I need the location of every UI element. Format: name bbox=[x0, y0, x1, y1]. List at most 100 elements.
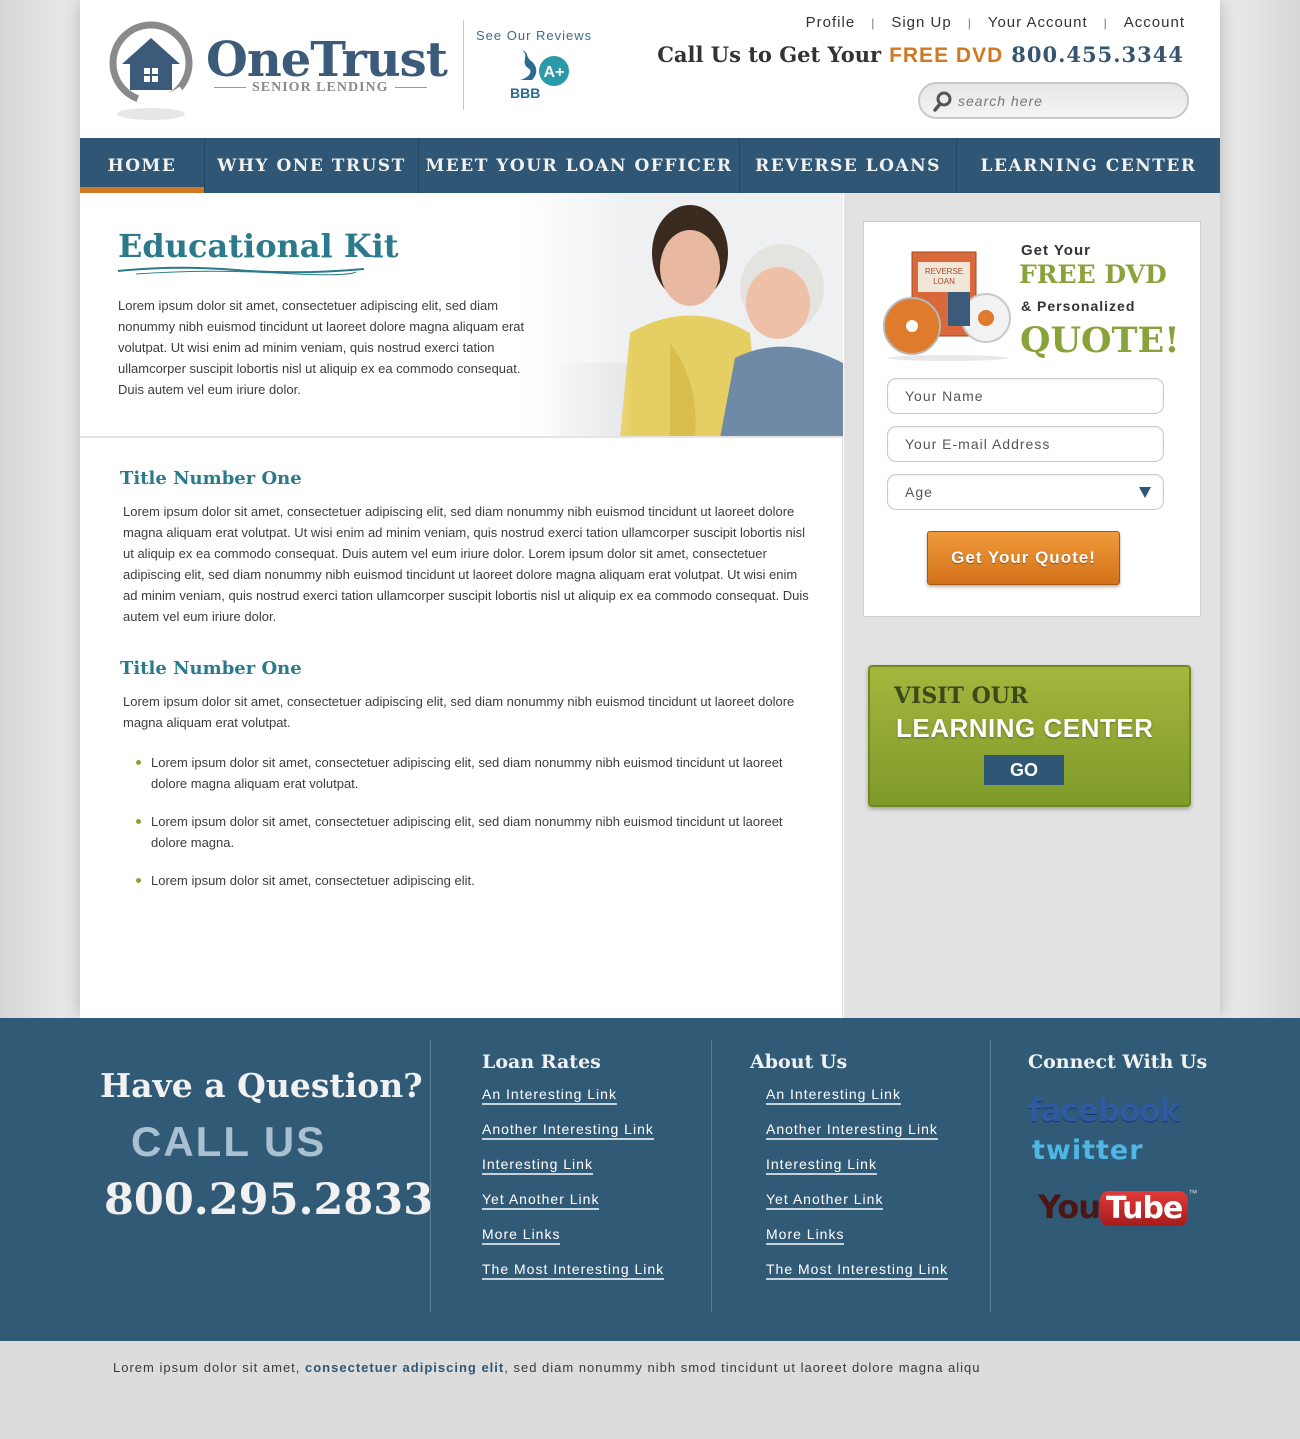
bottom-bar: Lorem ipsum dolor sit amet, consectetuer… bbox=[0, 1341, 1300, 1439]
facebook-icon[interactable]: facebook bbox=[1028, 1093, 1180, 1129]
footer-link[interactable]: Interesting Link bbox=[482, 1156, 593, 1175]
search-icon[interactable] bbox=[932, 90, 954, 112]
svg-text:LOAN: LOAN bbox=[933, 277, 955, 286]
quote-get-your: Get Your bbox=[1021, 242, 1091, 259]
footer-link[interactable]: More Links bbox=[482, 1226, 561, 1245]
list-item: An Interesting Link bbox=[482, 1086, 664, 1121]
top-links: Profile | Sign Up | Your Account | Account bbox=[806, 14, 1185, 31]
quote-heading: QUOTE! bbox=[1020, 320, 1180, 361]
youtube-you-text: You bbox=[1038, 1188, 1101, 1226]
bottom-text-before: Lorem ipsum dolor sit amet, bbox=[113, 1360, 306, 1375]
footer-column-title: About Us bbox=[750, 1051, 848, 1073]
bullet-list: Lorem ipsum dolor sit amet, consectetuer… bbox=[120, 752, 810, 891]
cta-free-dvd[interactable]: FREE DVD bbox=[889, 44, 1003, 67]
nav-learning-center[interactable]: LEARNING CENTER bbox=[957, 138, 1220, 193]
quote-personalized: & Personalized bbox=[1021, 298, 1136, 314]
list-item: Another Interesting Link bbox=[766, 1121, 948, 1156]
footer-link-list: An Interesting Link Another Interesting … bbox=[482, 1086, 665, 1296]
footer-link[interactable]: An Interesting Link bbox=[766, 1086, 901, 1105]
footer-question: Have a Question? bbox=[100, 1066, 423, 1105]
your-account-link[interactable]: Your Account bbox=[988, 14, 1088, 31]
article-section-2: Title Number One Lorem ipsum dolor sit a… bbox=[120, 658, 810, 891]
account-link[interactable]: Account bbox=[1124, 14, 1185, 31]
cta-prefix: Call Us to Get Your bbox=[657, 42, 882, 67]
footer-connect: Connect With Us bbox=[1028, 1051, 1207, 1086]
page-container: OneTrust SENIOR LENDING See Our Reviews … bbox=[80, 0, 1220, 1018]
cta-phone[interactable]: 800.455.3344 bbox=[1011, 42, 1184, 67]
svg-text:REVERSE: REVERSE bbox=[925, 267, 963, 276]
bullet-item: Lorem ipsum dolor sit amet, consectetuer… bbox=[134, 811, 810, 853]
youtube-tube-text: Tube bbox=[1100, 1191, 1189, 1226]
article: Title Number One Lorem ipsum dolor sit a… bbox=[120, 468, 810, 908]
header-divider bbox=[463, 20, 464, 110]
bullet-item: Lorem ipsum dolor sit amet, consectetuer… bbox=[134, 752, 810, 794]
main-nav: HOME WHY ONE TRUST MEET YOUR LOAN OFFICE… bbox=[80, 138, 1220, 193]
footer-link[interactable]: Yet Another Link bbox=[482, 1191, 600, 1210]
youtube-icon[interactable]: You Tube ™ bbox=[1038, 1188, 1197, 1226]
bottom-text: Lorem ipsum dolor sit amet, consectetuer… bbox=[113, 1360, 981, 1375]
dvd-package-image: REVERSE LOAN bbox=[883, 251, 1011, 361]
youtube-trademark: ™ bbox=[1188, 1188, 1198, 1198]
section-text: Lorem ipsum dolor sit amet, consectetuer… bbox=[123, 504, 809, 624]
email-field-wrapper bbox=[887, 426, 1164, 462]
list-item: More Links bbox=[482, 1226, 664, 1261]
nav-why-one-trust[interactable]: WHY ONE TRUST bbox=[205, 138, 419, 193]
hero-title: Educational Kit bbox=[118, 227, 399, 265]
learning-visit-our: VISIT OUR bbox=[894, 683, 1029, 709]
footer-link-list: An Interesting Link Another Interesting … bbox=[750, 1086, 949, 1296]
section-title: Title Number One bbox=[120, 658, 302, 679]
list-item: Interesting Link bbox=[766, 1156, 948, 1191]
footer-link[interactable]: Another Interesting Link bbox=[766, 1121, 938, 1140]
learning-center-label: LEARNING CENTER bbox=[896, 713, 1154, 743]
sidebar: REVERSE LOAN Get Your FREE DVD & Persona… bbox=[844, 193, 1220, 1018]
footer-link[interactable]: An Interesting Link bbox=[482, 1086, 617, 1105]
hero: Educational Kit Lorem ipsum dolor sit am… bbox=[80, 193, 843, 438]
footer-link[interactable]: The Most Interesting Link bbox=[766, 1261, 949, 1280]
learning-center-banner[interactable]: VISIT OUR LEARNING CENTER GO bbox=[868, 665, 1191, 807]
footer-column-title: Loan Rates bbox=[482, 1051, 601, 1073]
nav-meet-your-loan-officer[interactable]: MEET YOUR LOAN OFFICER bbox=[419, 138, 740, 193]
email-field[interactable] bbox=[888, 427, 1163, 461]
top-link-separator: | bbox=[871, 16, 876, 30]
list-item: The Most Interesting Link bbox=[766, 1261, 949, 1296]
quote-form: REVERSE LOAN Get Your FREE DVD & Persona… bbox=[863, 221, 1201, 617]
hero-text: Lorem ipsum dolor sit amet, consectetuer… bbox=[118, 298, 525, 397]
bottom-text-after: , sed diam nonummy nibh smod tincidunt u… bbox=[504, 1360, 981, 1375]
reviews-label[interactable]: See Our Reviews bbox=[476, 28, 592, 43]
bottom-text-link[interactable]: consectetuer adipiscing elit bbox=[305, 1360, 504, 1375]
bbb-rating: A+ bbox=[544, 64, 565, 81]
bullet-item: Lorem ipsum dolor sit amet, consectetuer… bbox=[134, 870, 810, 891]
footer-phone[interactable]: 800.295.2833 bbox=[104, 1175, 433, 1225]
search-input[interactable] bbox=[958, 90, 1178, 112]
profile-link[interactable]: Profile bbox=[806, 14, 856, 31]
footer-divider bbox=[711, 1040, 712, 1312]
name-field-wrapper bbox=[887, 378, 1164, 414]
footer-link[interactable]: Another Interesting Link bbox=[482, 1121, 654, 1140]
footer-link[interactable]: Interesting Link bbox=[766, 1156, 877, 1175]
sign-up-link[interactable]: Sign Up bbox=[891, 14, 951, 31]
age-select[interactable]: Age bbox=[888, 475, 1163, 509]
main-content: Educational Kit Lorem ipsum dolor sit am… bbox=[80, 193, 843, 1018]
bbb-a-plus-icon[interactable]: A+ BBB bbox=[508, 46, 572, 100]
footer-call-us: CALL US bbox=[131, 1118, 327, 1165]
get-quote-button[interactable]: Get Your Quote! bbox=[927, 531, 1120, 585]
quote-free-dvd: FREE DVD bbox=[1019, 260, 1167, 289]
nav-home[interactable]: HOME bbox=[80, 138, 205, 193]
footer-about-us: About Us An Interesting Link Another Int… bbox=[750, 1051, 949, 1296]
name-field[interactable] bbox=[888, 379, 1163, 413]
nav-reverse-loans[interactable]: REVERSE LOANS bbox=[740, 138, 957, 193]
footer-link[interactable]: The Most Interesting Link bbox=[482, 1261, 665, 1280]
twitter-icon[interactable]: twitter bbox=[1032, 1135, 1144, 1166]
logo[interactable]: OneTrust SENIOR LENDING bbox=[108, 18, 448, 126]
list-item: Another Interesting Link bbox=[482, 1121, 664, 1156]
section-text: Lorem ipsum dolor sit amet, consectetuer… bbox=[123, 694, 795, 730]
go-button[interactable]: GO bbox=[984, 755, 1064, 785]
section-title: Title Number One bbox=[120, 468, 302, 489]
list-item: Yet Another Link bbox=[766, 1191, 948, 1226]
footer-divider bbox=[990, 1040, 991, 1312]
footer-column-title: Connect With Us bbox=[1028, 1051, 1208, 1073]
age-select-wrapper: Age bbox=[887, 474, 1164, 510]
title-swash-decoration bbox=[117, 266, 365, 276]
footer-link[interactable]: More Links bbox=[766, 1226, 845, 1245]
footer-link[interactable]: Yet Another Link bbox=[766, 1191, 884, 1210]
